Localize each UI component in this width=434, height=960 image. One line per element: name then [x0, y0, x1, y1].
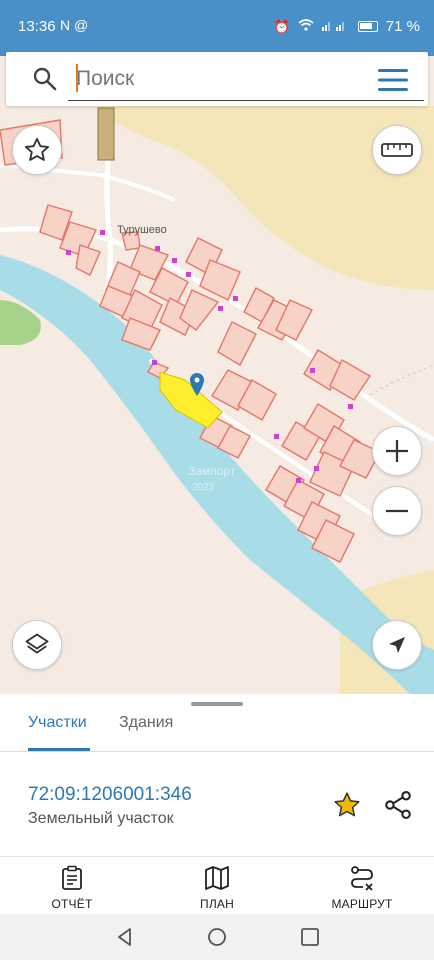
search-icon[interactable]	[32, 66, 58, 92]
layers-button[interactable]	[12, 620, 62, 670]
sheet-drag-handle[interactable]	[191, 702, 243, 706]
clipboard-icon	[62, 865, 82, 890]
star-outline-icon	[24, 137, 50, 161]
ruler-button[interactable]	[372, 125, 422, 175]
nav-plan[interactable]: ПЛАН	[167, 865, 267, 911]
battery-percent: 71 %	[385, 18, 420, 35]
navigation-arrow-icon	[389, 637, 405, 653]
search-bar: Поиск	[6, 52, 428, 106]
bridge	[97, 107, 115, 161]
layers-icon	[25, 633, 49, 654]
search-underline	[68, 100, 424, 101]
search-placeholder: Поиск	[76, 67, 135, 90]
zoom-out-button[interactable]	[372, 486, 422, 536]
watermark-text-2: 2023	[192, 482, 215, 493]
wifi-icon	[298, 19, 314, 34]
village-label: Турушево	[117, 224, 167, 236]
my-location-button[interactable]	[372, 620, 422, 670]
nav-report-label: ОТЧЁТ	[51, 897, 93, 911]
signal-icon	[321, 19, 350, 34]
cadastral-map[interactable]: Турушево Зампорт 2023	[0, 56, 434, 694]
map-canvas: Турушево Зампорт 2023	[0, 106, 434, 694]
star-filled-icon[interactable]	[332, 790, 362, 820]
status-bar: 13:36 N @ ⏰ 71 %	[0, 0, 434, 56]
recents-icon[interactable]	[299, 926, 321, 948]
tabs-divider	[0, 751, 434, 752]
bottom-navigation: ОТЧЁТ ПЛАН МАРШРУТ	[0, 856, 434, 914]
nav-route[interactable]: МАРШРУТ	[312, 865, 412, 911]
system-navigation-bar	[0, 914, 434, 960]
status-left-icons: N @	[60, 17, 89, 33]
zoom-out-icon	[386, 509, 408, 513]
zoom-in-icon	[386, 440, 408, 462]
home-icon[interactable]	[206, 926, 228, 948]
tab-buildings[interactable]: Здания	[119, 714, 173, 732]
nav-route-label: МАРШРУТ	[331, 897, 393, 911]
search-input[interactable]: Поиск	[68, 62, 368, 96]
road-north	[102, 159, 113, 301]
watermark-text-1: Зампорт	[188, 464, 236, 478]
favorites-button[interactable]	[12, 125, 62, 175]
menu-icon[interactable]	[376, 67, 410, 93]
back-icon[interactable]	[114, 926, 136, 948]
cadastral-number[interactable]: 72:09:1206001:346	[28, 784, 192, 806]
map-icon	[205, 866, 229, 890]
status-time: 13:36	[18, 18, 56, 35]
alarm-icon: ⏰	[273, 18, 290, 34]
zoom-in-button[interactable]	[372, 426, 422, 476]
share-icon[interactable]	[384, 790, 412, 820]
ruler-icon	[381, 143, 413, 157]
parcel-type: Земельный участок	[28, 810, 174, 827]
text-caret	[76, 64, 78, 92]
battery-icon	[357, 21, 378, 32]
tab-parcels[interactable]: Участки	[28, 714, 87, 732]
status-right: ⏰ 71 %	[274, 18, 420, 35]
route-icon	[351, 866, 373, 891]
nav-report[interactable]: ОТЧЁТ	[22, 865, 122, 911]
path-east	[369, 364, 434, 396]
parcel-info-sheet: Участки Здания 72:09:1206001:346 Земельн…	[0, 694, 434, 856]
nav-plan-label: ПЛАН	[200, 897, 234, 911]
